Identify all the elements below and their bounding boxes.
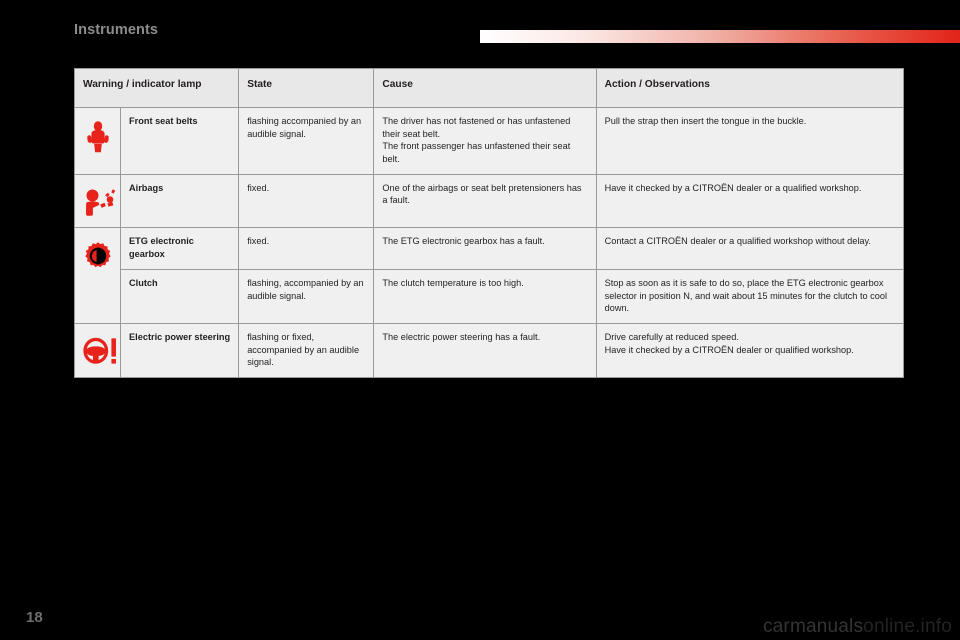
seat-belt-warning-icon <box>83 115 112 159</box>
lamp-name: Clutch <box>120 268 240 324</box>
column-header-cause: Cause <box>373 68 597 108</box>
column-header-state: State <box>238 68 375 108</box>
watermark-dim-text: online.info <box>863 616 952 637</box>
action-cell: Contact a CITROËN dealer or a qualified … <box>595 227 905 270</box>
table-row: Airbags fixed. One of the airbags or sea… <box>73 173 905 229</box>
etg-gearbox-warning-icon <box>83 235 112 275</box>
lamp-name: Airbags <box>120 173 240 229</box>
action-cell: Pull the strap then insert the tongue in… <box>595 107 905 175</box>
column-header-action: Action / Observations <box>595 68 905 108</box>
state-cell: fixed. <box>238 227 375 270</box>
table-row: Electric power steering flashing or fixe… <box>73 322 905 378</box>
page-number: 18 <box>26 609 43 626</box>
lamp-name: Front seat belts <box>120 107 240 175</box>
state-cell: flashing, accompanied by an audible sign… <box>238 268 375 324</box>
cause-cell: The driver has not fastened or has unfas… <box>373 107 597 175</box>
table-row: Clutch flashing, accompanied by an audib… <box>75 268 905 324</box>
watermark: carmanualsonline.info <box>763 616 952 638</box>
icon-cell <box>73 322 122 378</box>
action-cell: Stop as soon as it is safe to do so, pla… <box>595 268 905 324</box>
table-row: ETG electronic gearbox fixed. The ETG el… <box>73 227 905 324</box>
cause-cell: One of the airbags or seat belt pretensi… <box>373 173 597 229</box>
state-cell: fixed. <box>238 173 375 229</box>
icon-cell <box>73 227 122 324</box>
table-row: Front seat belts flashing accompanied by… <box>73 107 905 175</box>
table-header-row: Warning / indicator lamp State Cause Act… <box>73 68 905 108</box>
page-header: Instruments <box>0 0 960 52</box>
lamp-name: ETG electronic gearbox <box>120 227 240 270</box>
column-header-warning-lamp: Warning / indicator lamp <box>73 68 240 108</box>
cause-cell: The electric power steering has a fault. <box>373 322 597 378</box>
warning-lamp-table: Warning / indicator lamp State Cause Act… <box>73 68 905 378</box>
power-steering-warning-icon <box>83 331 116 369</box>
action-cell: Have it checked by a CITROËN dealer or a… <box>595 173 905 229</box>
header-gradient-bar <box>480 30 960 43</box>
page-title: Instruments <box>74 22 159 38</box>
icon-cell <box>73 107 122 175</box>
watermark-bold-text: carmanuals <box>762 616 864 637</box>
action-cell: Drive carefully at reduced speed. Have i… <box>595 322 905 378</box>
state-cell: flashing or fixed, accompanied by an aud… <box>238 322 375 378</box>
cause-cell: The clutch temperature is too high. <box>373 268 597 324</box>
state-cell: flashing accompanied by an audible signa… <box>238 107 375 175</box>
cause-cell: The ETG electronic gearbox has a fault. <box>373 227 597 270</box>
icon-cell <box>73 173 122 229</box>
airbag-warning-icon <box>83 182 116 220</box>
lamp-name: Electric power steering <box>120 322 240 378</box>
